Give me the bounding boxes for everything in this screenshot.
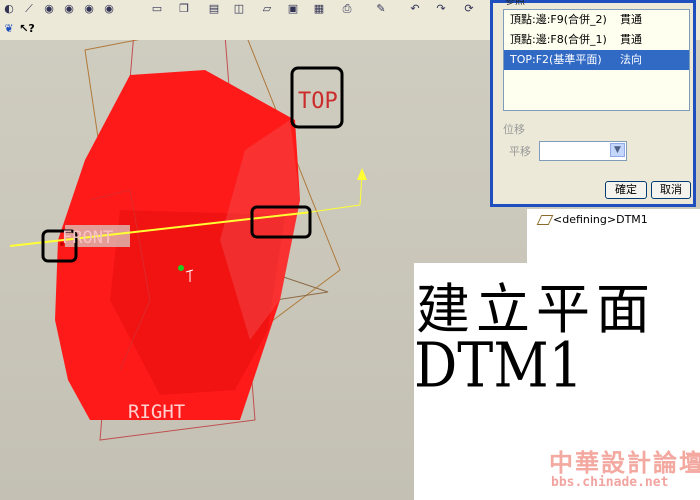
eye-icon[interactable]: ◉ <box>100 1 118 17</box>
eye-icon[interactable]: ◉ <box>80 1 98 17</box>
paste-icon[interactable]: ▤ <box>205 1 223 17</box>
translation-label: 平移 <box>509 145 531 158</box>
folder-icon[interactable]: ▱ <box>258 1 276 17</box>
references-list[interactable]: 頂點:邊:F9(合併_2) 貫通 頂點:邊:F8(合併_1) 貫通 TOP:F2… <box>503 9 690 111</box>
caption-panel: 建立平面 DTM1 中華設計論壇 bbs.chinade.net <box>414 263 700 500</box>
axis-arrow <box>357 168 367 180</box>
tool-icon[interactable]: ◐ <box>0 1 18 17</box>
reference-type[interactable]: 法向 <box>620 50 642 70</box>
what-is-this-icon[interactable]: ↖? <box>18 21 36 37</box>
label-right: RIGHT <box>128 401 185 423</box>
save-copy-icon[interactable]: ▦ <box>310 1 328 17</box>
copy-icon[interactable]: ❐ <box>175 1 193 17</box>
redo-icon[interactable]: ↷ <box>432 1 450 17</box>
dropdown-arrow-icon[interactable]: ▼ <box>610 143 625 157</box>
reference-name: 頂點:邊:F8(合併_1) <box>510 33 607 46</box>
cancel-button[interactable]: 取消 <box>651 181 691 199</box>
reference-row-selected[interactable]: TOP:F2(基準平面) 法向 <box>504 50 689 70</box>
reference-name: TOP:F2(基準平面) <box>510 53 602 66</box>
reference-row[interactable]: 頂點:邊:F8(合併_1) 貫通 <box>504 30 689 50</box>
reference-type[interactable]: 貫通 <box>620 10 642 30</box>
reference-row[interactable]: 頂點:邊:F9(合併_2) 貫通 <box>504 10 689 30</box>
watermark-title: 中華設計論壇 <box>549 449 700 477</box>
sketch-icon[interactable]: ⟋ <box>20 1 38 17</box>
eye-icon[interactable]: ◉ <box>60 1 78 17</box>
tree-item-dtm1[interactable]: <defining>DTM1 <box>553 213 648 226</box>
open-icon[interactable]: ◫ <box>230 1 248 17</box>
undo-icon[interactable]: ↶ <box>406 1 424 17</box>
new-icon[interactable]: ▭ <box>148 1 166 17</box>
regenerate-icon[interactable]: ⟳ <box>460 1 478 17</box>
label-top: TOP <box>298 89 338 114</box>
caption-line2: DTM1 <box>414 329 583 402</box>
reference-name: 頂點:邊:F9(合併_2) <box>510 13 607 26</box>
offset-group-label: 位移 <box>503 123 525 136</box>
watermark-url: bbs.chinade.net <box>551 475 669 490</box>
label-front: FRONT <box>62 228 113 248</box>
datum-plane-dialog: 參照 頂點:邊:F9(合併_2) 貫通 頂點:邊:F8(合併_1) 貫通 TOP… <box>490 0 696 207</box>
save-icon[interactable]: ▣ <box>284 1 302 17</box>
edit-icon[interactable]: ✎ <box>372 1 390 17</box>
datum-plane-icon <box>536 215 554 225</box>
reference-type[interactable]: 貫通 <box>620 30 642 50</box>
help-icon[interactable]: ❦ <box>0 21 18 37</box>
translation-select[interactable]: ▼ <box>539 141 627 161</box>
model-tree-panel: <defining>DTM1 <box>527 209 700 263</box>
coordinate-origin <box>178 265 184 271</box>
ok-button[interactable]: 確定 <box>605 181 647 199</box>
print-icon[interactable]: ⎙ <box>338 1 356 17</box>
references-label: 參照 <box>505 0 525 7</box>
eye-icon[interactable]: ◉ <box>40 1 58 17</box>
